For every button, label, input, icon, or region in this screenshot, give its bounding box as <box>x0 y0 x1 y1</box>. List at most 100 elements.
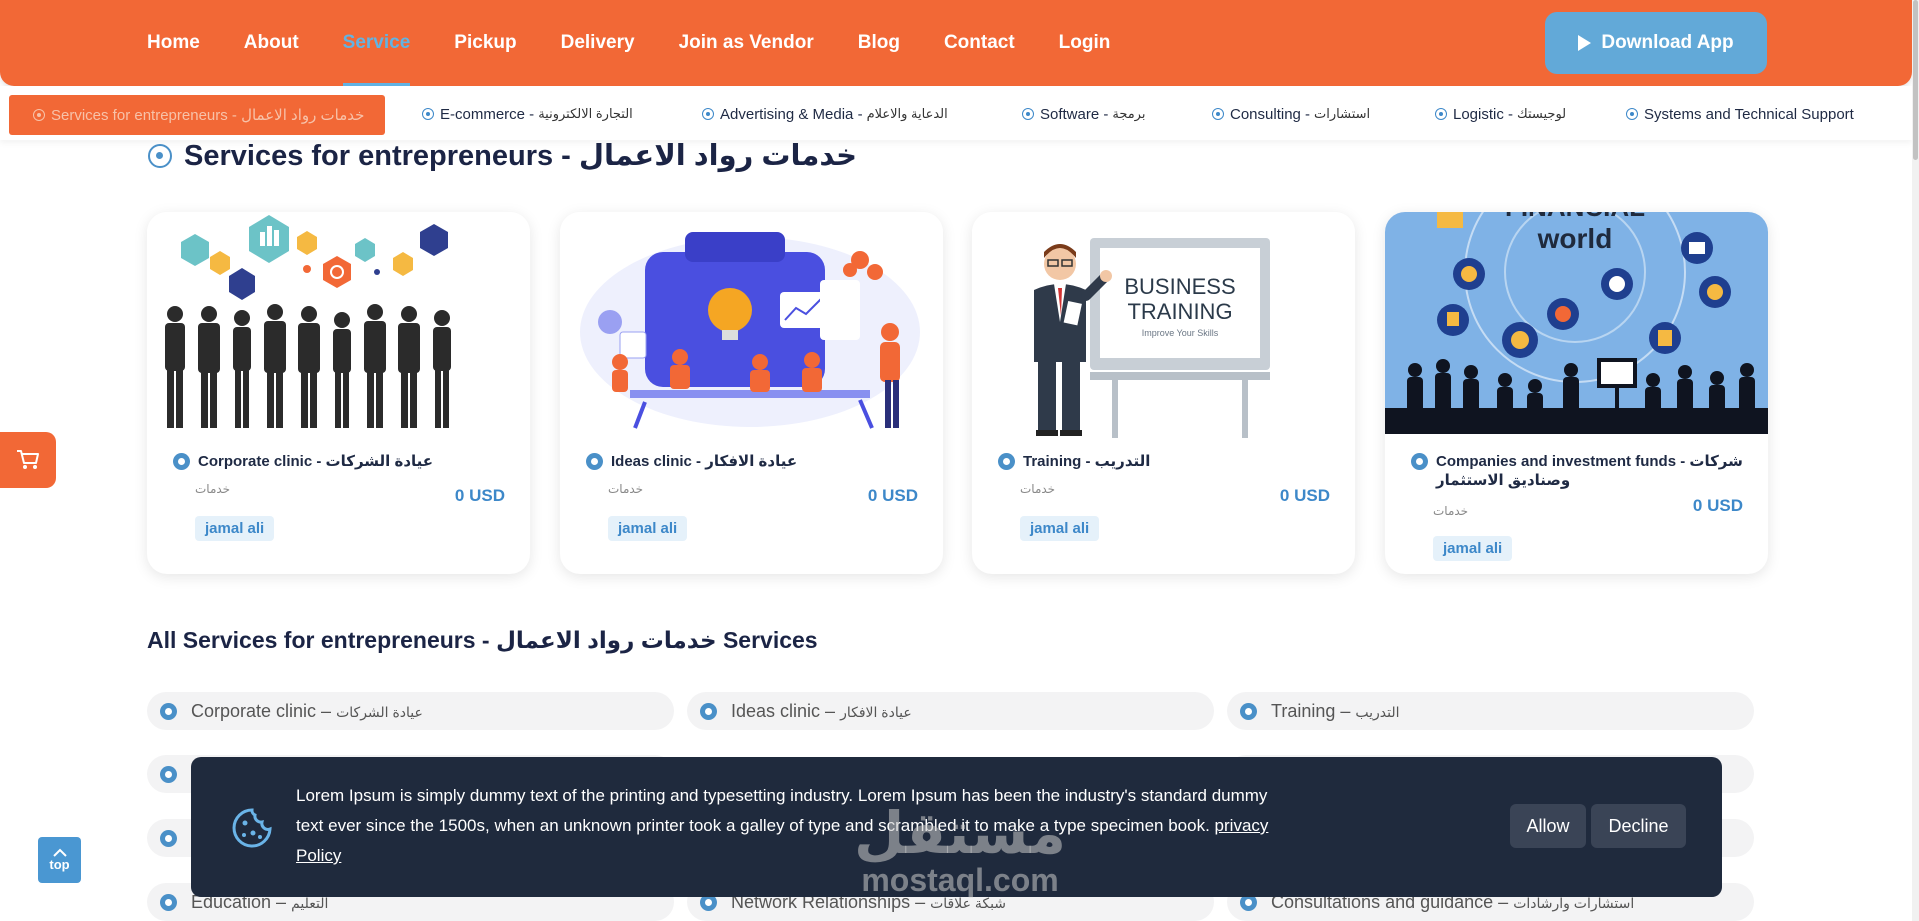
training-image: BUSINESS TRAINING Improve Your Skills <box>972 212 1355 438</box>
service-card-corporate-clinic[interactable]: Corporate clinic - عيادة الشركات خدمات 0… <box>147 212 530 574</box>
card-price: 0 USD <box>1692 496 1743 515</box>
radio-icon <box>1435 108 1447 120</box>
radio-icon <box>148 143 172 168</box>
radio-icon <box>1626 108 1638 120</box>
card-category: خدمات <box>1433 504 1469 518</box>
category-tab-ecommerce[interactable]: E-commerce - التجارة الالكترونية <box>422 94 633 134</box>
nav-about[interactable]: About <box>244 0 299 86</box>
card-title-text: Ideas clinic - عيادة الافكار <box>611 453 798 470</box>
category-bar: Services for entrepreneurs - خدمات رواد … <box>0 86 1912 140</box>
download-app-label: Download App <box>1601 32 1734 53</box>
service-pill-label: Training – التدريب <box>1271 700 1400 721</box>
service-pill-ideas-clinic[interactable]: Ideas clinic – عيادة الافكار <box>687 692 1214 730</box>
radio-icon <box>160 702 177 720</box>
cookie-message: Lorem Ipsum is simply dummy text of the … <box>296 786 1268 835</box>
all-services-title: All Services for entrepreneurs - خدمات ر… <box>147 627 818 653</box>
category-label-ar: الدعاية والاعلام <box>866 106 948 121</box>
service-pill-label: Corporate clinic – عيادة الشركات <box>191 700 423 721</box>
service-pill-label: Ideas clinic – عيادة الافكار <box>731 700 912 721</box>
category-tab-advertising[interactable]: Advertising & Media - الدعاية والاعلام <box>702 94 948 134</box>
card-title-text: Corporate clinic - عيادة الشركات <box>198 453 434 470</box>
card-category: خدمات <box>195 482 231 496</box>
category-label-ar: التجارة الالكترونية <box>538 106 633 121</box>
category-label-ar: استشارات <box>1314 106 1371 121</box>
card-vendor-badge[interactable]: jamal ali <box>1433 536 1513 561</box>
radio-icon <box>702 108 714 120</box>
service-pill-corporate-clinic[interactable]: Corporate clinic – عيادة الشركات <box>147 692 674 730</box>
top-header: Home About Service Pickup Delivery Join … <box>0 0 1912 86</box>
finance-title-1: FINANCIAL <box>1505 212 1645 222</box>
card-vendor-badge[interactable]: jamal ali <box>1020 516 1100 541</box>
radio-icon <box>1240 702 1257 720</box>
decline-button[interactable]: Decline <box>1591 804 1686 848</box>
cart-icon <box>17 450 39 469</box>
card-category: خدمات <box>608 482 644 496</box>
radio-icon <box>160 893 177 911</box>
category-tab-logistic[interactable]: Logistic - لوجيستك <box>1435 94 1566 134</box>
nav-blog[interactable]: Blog <box>858 0 900 86</box>
category-label: Services for entrepreneurs - خدمات رواد … <box>51 107 365 124</box>
cart-button[interactable] <box>0 432 56 488</box>
category-label-ar: برمجة <box>1112 106 1146 121</box>
card-title[interactable]: Training - التدريب <box>998 452 1337 471</box>
card-title[interactable]: Corporate clinic - عيادة الشركات <box>173 452 512 471</box>
nav-join-vendor[interactable]: Join as Vendor <box>679 0 814 86</box>
radio-icon <box>422 108 434 120</box>
board-line-2: TRAINING <box>1127 299 1232 324</box>
service-pill-training[interactable]: Training – التدريب <box>1227 692 1754 730</box>
nav-login[interactable]: Login <box>1059 0 1111 86</box>
cookie-banner: Lorem Ipsum is simply dummy text of the … <box>191 757 1722 897</box>
radio-icon <box>1022 108 1034 120</box>
radio-icon <box>998 453 1015 470</box>
card-vendor-badge[interactable]: jamal ali <box>608 516 688 541</box>
radio-icon <box>160 765 177 783</box>
board-line-3: Improve Your Skills <box>1142 328 1219 338</box>
card-title[interactable]: Companies and investment funds - شركات و… <box>1411 452 1750 490</box>
cookie-text: Lorem Ipsum is simply dummy text of the … <box>296 781 1296 871</box>
cookie-icon <box>232 808 272 848</box>
radio-icon <box>1212 108 1224 120</box>
main-nav: Home About Service Pickup Delivery Join … <box>147 0 1110 86</box>
nav-home[interactable]: Home <box>147 0 200 86</box>
category-label: Logistic - <box>1453 105 1514 123</box>
radio-icon <box>160 829 177 847</box>
card-title-text: Companies and investment funds - شركات و… <box>1436 453 1743 489</box>
radio-icon <box>586 453 603 470</box>
financial-world-image: FINANCIAL world <box>1385 212 1768 438</box>
corporate-clinic-image <box>147 212 530 438</box>
card-vendor-badge[interactable]: jamal ali <box>195 516 275 541</box>
category-tab-consulting[interactable]: Consulting - استشارات <box>1212 94 1370 134</box>
card-title[interactable]: Ideas clinic - عيادة الافكار <box>586 452 925 471</box>
scrollbar-thumb[interactable] <box>1913 0 1918 160</box>
nav-pickup[interactable]: Pickup <box>454 0 516 86</box>
section-title-text: Services for entrepreneurs - خدمات رواد … <box>184 140 858 172</box>
chevron-up-icon <box>52 848 67 857</box>
card-price: 0 USD <box>867 486 918 505</box>
page-scrollbar[interactable] <box>1912 0 1919 921</box>
category-tab-entrepreneurs[interactable]: Services for entrepreneurs - خدمات رواد … <box>9 95 385 135</box>
section-title: Services for entrepreneurs - خدمات رواد … <box>148 138 857 173</box>
category-label: Software - <box>1040 105 1109 123</box>
category-tab-systems-support[interactable]: Systems and Technical Support <box>1626 94 1854 134</box>
category-label-ar: لوجيستك <box>1517 106 1567 121</box>
radio-icon <box>173 453 190 470</box>
category-label: Advertising & Media - <box>720 105 863 123</box>
service-card-investment-funds[interactable]: FINANCIAL world <box>1385 212 1768 574</box>
card-price: 0 USD <box>1279 486 1330 505</box>
card-category: خدمات <box>1020 482 1056 496</box>
category-label: Systems and Technical Support <box>1644 105 1854 123</box>
service-card-training[interactable]: BUSINESS TRAINING Improve Your Skills Tr… <box>972 212 1355 574</box>
finance-title-2: world <box>1537 223 1613 254</box>
back-to-top-button[interactable]: top <box>38 837 81 883</box>
service-card-ideas-clinic[interactable]: Ideas clinic - عيادة الافكار خدمات 0 USD… <box>560 212 943 574</box>
nav-contact[interactable]: Contact <box>944 0 1015 86</box>
nav-delivery[interactable]: Delivery <box>561 0 635 86</box>
nav-service[interactable]: Service <box>342 0 410 86</box>
radio-icon <box>700 702 717 720</box>
category-label: E-commerce - <box>440 105 535 123</box>
category-tab-software[interactable]: Software - برمجة <box>1022 94 1145 134</box>
allow-button[interactable]: Allow <box>1510 804 1586 848</box>
board-line-1: BUSINESS <box>1124 274 1235 299</box>
back-to-top-label: top <box>49 857 70 872</box>
download-app-button[interactable]: Download App <box>1545 12 1767 74</box>
